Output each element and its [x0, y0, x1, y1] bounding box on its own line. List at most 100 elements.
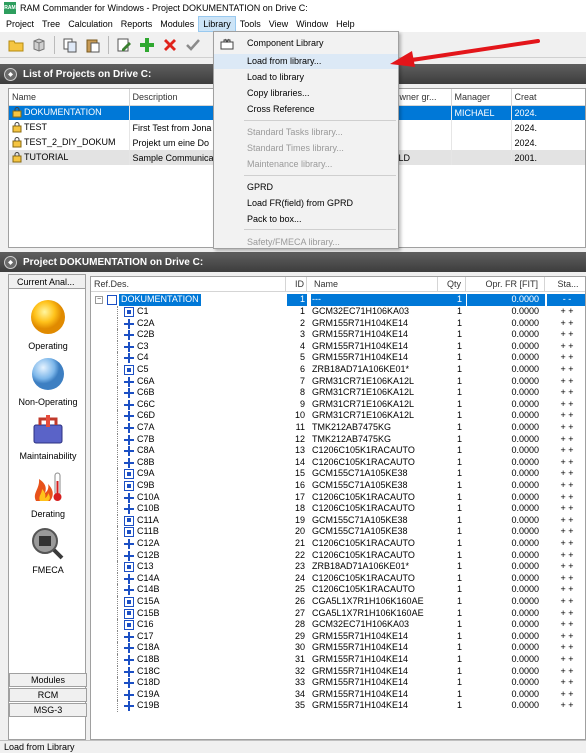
column-header[interactable]: Ref.Des.: [91, 277, 286, 291]
ref-des-text: C5: [137, 364, 149, 374]
column-header[interactable]: Opr. FR [FIT]: [467, 277, 545, 291]
tree-row[interactable]: C11A 19 GCM155C71A105KE38 1 0.0000 + +: [91, 514, 585, 527]
tree-row[interactable]: C2A 2 GRM155R71H104KE14 1 0.0000 + +: [91, 317, 585, 330]
open-folder-icon[interactable]: [6, 35, 26, 55]
tree-row[interactable]: C11B 20 GCM155C71A105KE38 1 0.0000 + +: [91, 526, 585, 538]
cell-name: GCM155C71A105KE38: [312, 514, 408, 525]
menu-help[interactable]: Help: [332, 16, 359, 32]
tree-row[interactable]: C18A 30 GRM155R71H104KE14 1 0.0000 + +: [91, 642, 585, 654]
tree-row[interactable]: C16 28 GCM32EC71H106KA03 1 0.0000 + +: [91, 619, 585, 631]
tab-current-analysis[interactable]: Current Anal...: [9, 275, 85, 289]
column-header[interactable]: ID: [287, 277, 307, 291]
tree-row[interactable]: C6D 10 GRM31CR71E106KA12L 1 0.0000 + +: [91, 410, 585, 422]
menu-library[interactable]: Library: [198, 16, 236, 32]
tree-row[interactable]: C9A 15 GCM155C71A105KE38 1 0.0000 + +: [91, 468, 585, 480]
tree-row[interactable]: C7B 12 TMK212AB7475KG 1 0.0000 + +: [91, 433, 585, 446]
tree-row[interactable]: C18B 31 GRM155R71H104KE14 1 0.0000 + +: [91, 654, 585, 666]
tree-row[interactable]: C6C 9 GRM31CR71E106KA12L 1 0.0000 + +: [91, 398, 585, 411]
tree-row[interactable]: C6B 8 GRM31CR71E106KA12L 1 0.0000 + +: [91, 387, 585, 399]
menu-modules[interactable]: Modules: [156, 16, 198, 32]
sidebar-item-operating[interactable]: Operating: [9, 297, 87, 351]
ref-des-text: C14A: [137, 572, 160, 583]
menu-item-copy-libraries[interactable]: Copy libraries...: [214, 86, 398, 101]
menu-tools[interactable]: Tools: [236, 16, 265, 32]
ref-des-text: C18B: [137, 654, 160, 664]
tree-row[interactable]: C19B 35 GRM155R71H104KE14 1 0.0000 + +: [91, 700, 585, 712]
menu-reports[interactable]: Reports: [117, 16, 157, 32]
ref-des-cell: C18C: [91, 665, 286, 678]
menu-item-gprd[interactable]: GPRD: [214, 180, 398, 195]
collapse-icon[interactable]: −: [95, 296, 103, 304]
tab-msg-3[interactable]: MSG-3: [9, 703, 87, 717]
tab-modules[interactable]: Modules: [9, 673, 87, 687]
cell-fr: 0.0000: [511, 306, 539, 316]
column-header[interactable]: Qty: [438, 277, 466, 291]
column-header[interactable]: Manager: [451, 89, 512, 106]
tree-row[interactable]: C3 4 GRM155R71H104KE14 1 0.0000 + +: [91, 340, 585, 353]
window-title: RAM Commander for Windows - Project DOKU…: [20, 3, 308, 13]
cell-name: CGA5L1X7R1H106K160AE: [312, 607, 424, 618]
tree-row[interactable]: C12A 21 C1206C105K1RACAUTO 1 0.0000 + +: [91, 538, 585, 550]
sidebar-item-derating[interactable]: Derating: [9, 469, 87, 519]
menu-view[interactable]: View: [265, 16, 292, 32]
project-cell-name: DOKUMENTATION: [9, 105, 130, 120]
paste-icon[interactable]: [83, 35, 103, 55]
ref-des-text: C12A: [137, 538, 160, 548]
cell-id: 26: [294, 596, 305, 606]
tree-row[interactable]: C2B 3 GRM155R71H104KE14 1 0.0000 + +: [91, 329, 585, 341]
tree-row[interactable]: C19A 34 GRM155R71H104KE14 1 0.0000 + +: [91, 688, 585, 701]
menu-item-load-to-library[interactable]: Load to library: [214, 70, 398, 85]
menu-window[interactable]: Window: [292, 16, 332, 32]
tree-row[interactable]: C15A 26 CGA5L1X7R1H106K160AE 1 0.0000 + +: [91, 596, 585, 608]
tree-root-row[interactable]: − DOKUMENTATION 1 --- 1 0.0000- -: [91, 294, 585, 306]
edit-icon[interactable]: [114, 35, 134, 55]
tree-row[interactable]: C9B 16 GCM155C71A105KE38 1 0.0000 + +: [91, 480, 585, 492]
tree-row[interactable]: C15B 27 CGA5L1X7R1H106K160AE 1 0.0000 + +: [91, 607, 585, 620]
cell-name: GCM155C71A105KE38: [312, 526, 408, 537]
ref-des-cell: C18B: [91, 654, 286, 666]
menu-item-component-library[interactable]: Component Library: [214, 36, 398, 51]
add-icon[interactable]: [137, 35, 157, 55]
tree-row[interactable]: C10B 18 C1206C105K1RACAUTO 1 0.0000 + +: [91, 503, 585, 515]
check-icon[interactable]: [183, 35, 203, 55]
menu-item-load-from-library[interactable]: Load from library...: [214, 54, 398, 69]
column-header[interactable]: Creat: [511, 89, 585, 106]
column-header[interactable]: Name: [9, 89, 130, 106]
tree-row[interactable]: C12B 22 C1206C105K1RACAUTO 1 0.0000 + +: [91, 549, 585, 562]
column-header[interactable]: Name: [311, 277, 438, 291]
tab-rcm[interactable]: RCM: [9, 688, 87, 702]
sidebar-item-fmeca[interactable]: FMECA: [9, 525, 87, 575]
sidebar-item-non-operating[interactable]: Non-Operating: [9, 355, 87, 407]
menu-item-load-fr-field-from-gprd[interactable]: Load FR(field) from GPRD: [214, 196, 398, 211]
tree-row[interactable]: C17 29 GRM155R71H104KE14 1 0.0000 + +: [91, 630, 585, 643]
tree-row[interactable]: C4 5 GRM155R71H104KE14 1 0.0000 + +: [91, 352, 585, 364]
tree-row[interactable]: C6A 7 GRM31CR71E106KA12L 1 0.0000 + +: [91, 375, 585, 388]
menu-project[interactable]: Project: [2, 16, 38, 32]
sidebar-item-maintainability[interactable]: Maintainability: [9, 411, 87, 461]
component-plus-icon: [124, 318, 134, 329]
menu-item-pack-to-box[interactable]: Pack to box...: [214, 212, 398, 227]
cell-status: + +: [560, 340, 574, 351]
delete-icon[interactable]: [160, 35, 180, 55]
tree-connector: [117, 422, 118, 434]
column-header[interactable]: Sta...: [547, 277, 585, 291]
tree-row[interactable]: C10A 17 C1206C105K1RACAUTO 1 0.0000 + +: [91, 491, 585, 504]
tree-row[interactable]: C8B 14 C1206C105K1RACAUTO 1 0.0000 + +: [91, 456, 585, 469]
menu-item-cross-reference[interactable]: Cross Reference: [214, 102, 398, 117]
tree-row[interactable]: C18C 32 GRM155R71H104KE14 1 0.0000 + +: [91, 665, 585, 678]
tree-row[interactable]: C14A 24 C1206C105K1RACAUTO 1 0.0000 + +: [91, 572, 585, 585]
tree-row[interactable]: C7A 11 TMK212AB7475KG 1 0.0000 + +: [91, 422, 585, 434]
tree-row[interactable]: C13 23 ZRB18AD71A106KE01* 1 0.0000 + +: [91, 561, 585, 573]
tree-connector: [117, 491, 118, 504]
tree-row[interactable]: C18D 33 GRM155R71H104KE14 1 0.0000 + +: [91, 677, 585, 689]
tree-row[interactable]: C14B 25 C1206C105K1RACAUTO 1 0.0000 + +: [91, 584, 585, 596]
tree-row[interactable]: C5 6 ZRB18AD71A106KE01* 1 0.0000 + +: [91, 364, 585, 376]
menu-calculation[interactable]: Calculation: [64, 16, 117, 32]
cell-status: + +: [560, 584, 574, 595]
project-cell-created: 2024.: [511, 135, 585, 150]
cube-icon[interactable]: [29, 35, 49, 55]
copy-icon[interactable]: [60, 35, 80, 55]
tree-row[interactable]: C8A 13 C1206C105K1RACAUTO 1 0.0000 + +: [91, 445, 585, 457]
tree-row[interactable]: C1 1 GCM32EC71H106KA03 1 0.0000 + +: [91, 306, 585, 318]
menu-tree[interactable]: Tree: [38, 16, 64, 32]
